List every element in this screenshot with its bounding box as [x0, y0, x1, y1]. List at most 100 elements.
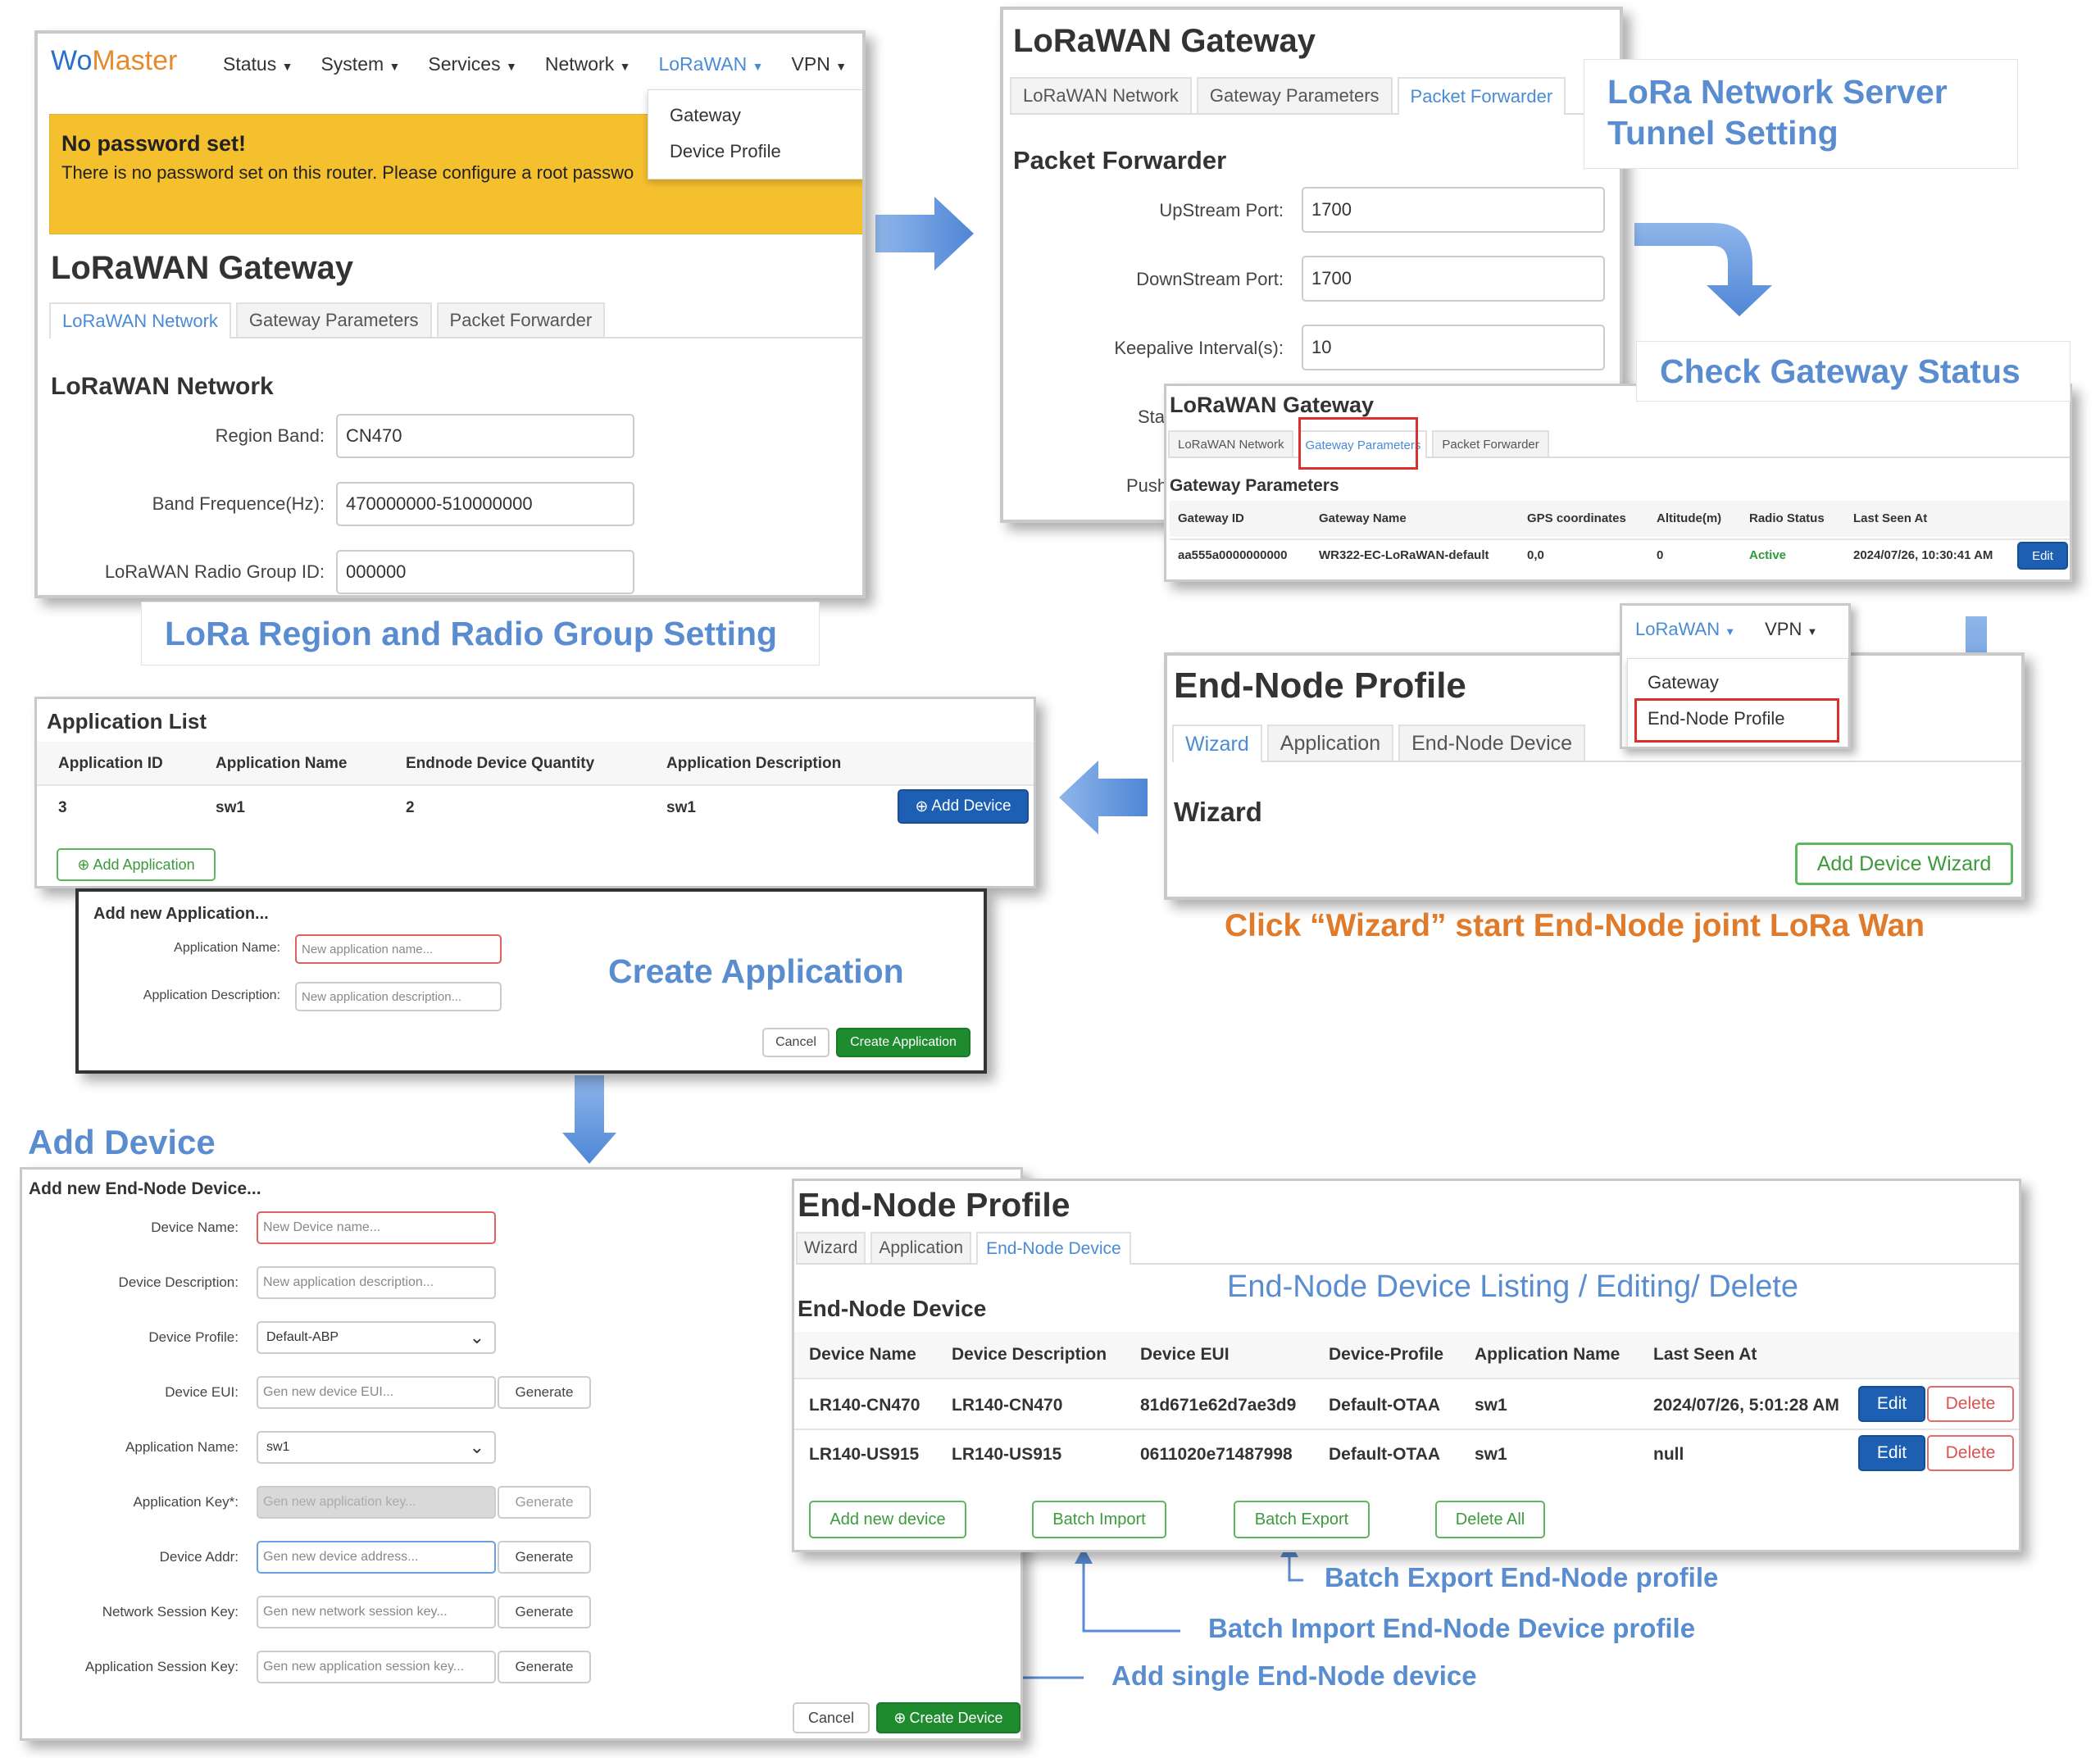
add-device-button[interactable]: ⊕ Add Device: [898, 789, 1029, 824]
tab-application[interactable]: Application: [870, 1232, 972, 1263]
tab-lorawan-network[interactable]: LoRaWAN Network: [49, 302, 231, 338]
row-1-device-description: LR140-CN470: [952, 1396, 1063, 1415]
row-2-delete-button[interactable]: Delete: [1927, 1435, 2014, 1471]
page-title: End-Node Profile: [798, 1186, 1070, 1224]
application-description-input[interactable]: New application description...: [295, 982, 502, 1011]
application-name-label: Application Name:: [125, 1439, 239, 1455]
row-2-edit-button[interactable]: Edit: [1858, 1435, 1925, 1471]
tab-wizard[interactable]: Wizard: [1172, 725, 1262, 762]
tab-packet-forwarder[interactable]: Packet Forwarder: [1432, 430, 1549, 457]
cell-device-quantity: 2: [406, 799, 415, 816]
application-session-key-input[interactable]: Gen new application session key...: [257, 1651, 496, 1683]
menu-item-gateway[interactable]: Gateway: [670, 105, 741, 126]
keepalive-input[interactable]: 10: [1302, 325, 1605, 370]
top-nav: Status ▼ System ▼ Services ▼ Network ▼ L…: [223, 53, 847, 75]
caret-down-icon: ▼: [752, 60, 764, 73]
nav-network[interactable]: Network ▼: [545, 53, 631, 75]
edit-gateway-button[interactable]: Edit: [2017, 542, 2068, 570]
tab-lorawan-network[interactable]: LoRaWAN Network: [1168, 430, 1294, 457]
page-title: End-Node Profile: [1174, 665, 1466, 706]
row-divider: [794, 1378, 2019, 1379]
device-eui-input[interactable]: Gen new device EUI...: [257, 1376, 496, 1409]
application-name-select[interactable]: sw1 ⌄: [257, 1431, 496, 1464]
col-application-name: Application Name: [1475, 1345, 1620, 1364]
add-new-device-button[interactable]: Add new device: [809, 1501, 966, 1538]
tab-end-node-device[interactable]: End-Node Device: [1398, 725, 1586, 761]
tab-bar: Wizard Application End-Node Device: [796, 1230, 2019, 1265]
downstream-port-label: DownStream Port:: [1136, 269, 1284, 289]
tab-gateway-parameters[interactable]: Gateway Parameters: [1196, 77, 1393, 113]
batch-import-button[interactable]: Batch Import: [1032, 1501, 1166, 1538]
generate-application-key-button[interactable]: Generate: [498, 1486, 591, 1519]
tab-end-node-device[interactable]: End-Node Device: [976, 1232, 1131, 1265]
callout-server-tunnel-line2: Tunnel Setting: [1607, 114, 1839, 152]
menu-item-gateway[interactable]: Gateway: [1648, 672, 1719, 693]
caret-down-icon: ▼: [506, 60, 517, 73]
tab-application[interactable]: Application: [1266, 725, 1394, 761]
add-application-button[interactable]: ⊕ Add Application: [57, 848, 216, 881]
nav-vpn[interactable]: VPN ▼: [792, 53, 848, 75]
cell-gps: 0,0: [1527, 548, 1544, 562]
create-application-button[interactable]: Create Application: [836, 1028, 970, 1057]
cancel-button[interactable]: Cancel: [762, 1028, 830, 1057]
overlay-nav: LoRaWAN ▼ VPN ▼: [1635, 619, 1817, 640]
generate-network-session-key-button[interactable]: Generate: [498, 1596, 591, 1629]
generate-application-session-key-button[interactable]: Generate: [498, 1651, 591, 1683]
device-profile-select[interactable]: Default-ABP ⌄: [257, 1321, 496, 1354]
add-device-wizard-button[interactable]: Add Device Wizard: [1795, 843, 2013, 885]
col-last-seen: Last Seen At: [1653, 1345, 1757, 1364]
alert-title: No password set!: [61, 131, 247, 156]
row-1-device-profile: Default-OTAA: [1329, 1396, 1441, 1415]
application-name-input[interactable]: New application name...: [295, 934, 502, 964]
brand-logo[interactable]: WoMaster: [51, 45, 177, 77]
radio-group-input[interactable]: 000000: [336, 550, 634, 594]
tab-gateway-parameters[interactable]: Gateway Parameters: [235, 302, 432, 337]
network-session-key-label: Network Session Key:: [102, 1604, 239, 1619]
nav-lorawan[interactable]: LoRaWAN ▼: [658, 53, 763, 75]
tab-packet-forwarder[interactable]: Packet Forwarder: [436, 302, 606, 337]
menu-item-device-profile[interactable]: Device Profile: [670, 141, 781, 162]
row-1-last-seen: 2024/07/26, 5:01:28 AM: [1653, 1396, 1839, 1415]
network-session-key-input[interactable]: Gen new network session key...: [257, 1596, 496, 1629]
panel-end-node-device-list: End-Node Profile Wizard Application End-…: [792, 1179, 2021, 1552]
tab-lorawan-network[interactable]: LoRaWAN Network: [1010, 77, 1192, 113]
create-device-button[interactable]: ⊕ Create Device: [876, 1702, 1020, 1733]
page-title: LoRaWAN Gateway: [1170, 393, 1375, 417]
nav-status[interactable]: Status ▼: [223, 53, 293, 75]
band-frequence-label: Band Frequence(Hz):: [152, 493, 325, 514]
callout-add-device: Add Device: [28, 1123, 216, 1161]
downstream-port-input[interactable]: 1700: [1302, 256, 1605, 302]
application-key-input[interactable]: Gen new application key...: [257, 1486, 496, 1519]
caret-down-icon: ▼: [1807, 625, 1818, 638]
nav-vpn[interactable]: VPN ▼: [1765, 619, 1817, 640]
row-1-device-name: LR140-CN470: [809, 1396, 920, 1415]
tab-bar: LoRaWAN Network Gateway Parameters Packe…: [1010, 74, 1620, 115]
row-1-edit-button[interactable]: Edit: [1858, 1386, 1925, 1422]
delete-all-button[interactable]: Delete All: [1435, 1501, 1545, 1538]
section-title: Gateway Parameters: [1170, 476, 1339, 495]
nav-services[interactable]: Services ▼: [428, 53, 516, 75]
cancel-button[interactable]: Cancel: [793, 1702, 870, 1733]
device-addr-input[interactable]: Gen new device address...: [257, 1541, 496, 1574]
region-band-input[interactable]: CN470: [336, 414, 634, 458]
generate-device-eui-button[interactable]: Generate: [498, 1376, 591, 1409]
device-description-input[interactable]: New application description...: [257, 1266, 496, 1299]
generate-device-addr-button[interactable]: Generate: [498, 1541, 591, 1574]
device-name-input[interactable]: New Device name...: [257, 1211, 496, 1244]
nav-system[interactable]: System ▼: [320, 53, 400, 75]
section-title: Wizard: [1174, 797, 1262, 827]
callout-server-tunnel: LoRa Network Server Tunnel Setting: [1584, 59, 2018, 169]
lorawan-dropdown-menu: Gateway Device Profile: [648, 89, 862, 179]
callout-listing: End-Node Device Listing / Editing/ Delet…: [1227, 1270, 1799, 1304]
upstream-port-input[interactable]: 1700: [1302, 187, 1605, 233]
application-key-label: Application Key*:: [133, 1494, 239, 1510]
row-1-delete-button[interactable]: Delete: [1927, 1386, 2014, 1422]
batch-export-button[interactable]: Batch Export: [1234, 1501, 1370, 1538]
arrow-left-1: [1059, 761, 1148, 834]
tab-wizard[interactable]: Wizard: [796, 1232, 866, 1263]
band-frequence-input[interactable]: 470000000-510000000: [336, 482, 634, 526]
nav-lorawan[interactable]: LoRaWAN ▼: [1635, 619, 1735, 640]
cell-gateway-id: aa555a0000000000: [1178, 548, 1288, 562]
tab-packet-forwarder[interactable]: Packet Forwarder: [1397, 77, 1566, 115]
device-addr-label: Device Addr:: [159, 1549, 239, 1565]
